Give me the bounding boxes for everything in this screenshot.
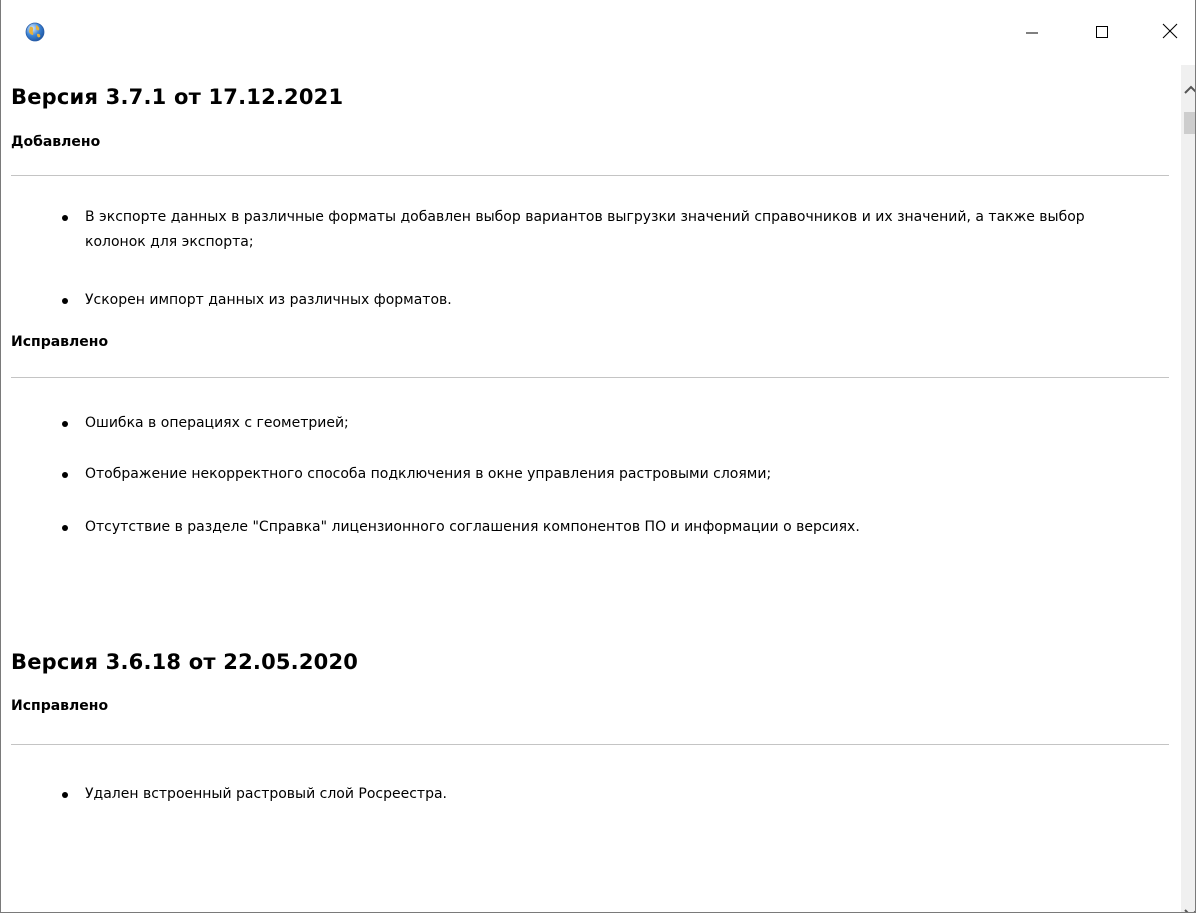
list-item-text: Ошибка в операциях с геометрией; [85, 415, 349, 431]
divider [11, 744, 1169, 745]
close-button[interactable] [1147, 16, 1193, 50]
minimize-button[interactable] [1009, 16, 1055, 50]
scrollbar-thumb[interactable] [1184, 112, 1195, 134]
bullet-icon [62, 472, 68, 478]
divider [11, 377, 1169, 378]
release-notes-window: Версия 3.7.1 от 17.12.2021 Добавлено В э… [0, 0, 1196, 913]
list-item-text: Отображение некорректного способа подклю… [85, 466, 772, 482]
release-notes-content: Версия 3.7.1 от 17.12.2021 Добавлено В э… [1, 65, 1181, 912]
scroll-down-icon[interactable] [1181, 903, 1195, 912]
divider [11, 175, 1169, 176]
version-title: Версия 3.6.18 от 22.05.2020 [11, 650, 359, 674]
maximize-icon [1095, 24, 1109, 43]
globe-icon [25, 22, 45, 42]
minimize-icon [1025, 24, 1039, 43]
vertical-scrollbar[interactable] [1181, 65, 1195, 912]
list-item-text: Удален встроенный растровый слой Росреес… [85, 786, 448, 802]
list-item-text: Отсутствие в разделе "Справка" лицензион… [85, 519, 860, 535]
bullet-icon [62, 792, 68, 798]
bullet-icon [62, 421, 68, 427]
title-bar[interactable] [1, 0, 1195, 65]
bullet-icon [62, 298, 68, 304]
bullet-icon [62, 525, 68, 531]
bullet-icon [62, 215, 68, 221]
section-heading-added: Добавлено [11, 134, 101, 150]
section-heading-fixed: Исправлено [11, 698, 109, 714]
list-item-text: В экспорте данных в различные форматы до… [85, 209, 1085, 250]
version-title: Версия 3.7.1 от 17.12.2021 [11, 85, 344, 109]
scroll-up-icon[interactable] [1181, 79, 1195, 103]
close-icon [1162, 23, 1178, 43]
maximize-button[interactable] [1079, 16, 1125, 50]
list-item-text: Ускорен импорт данных из различных форма… [85, 292, 452, 308]
section-heading-fixed: Исправлено [11, 334, 109, 350]
